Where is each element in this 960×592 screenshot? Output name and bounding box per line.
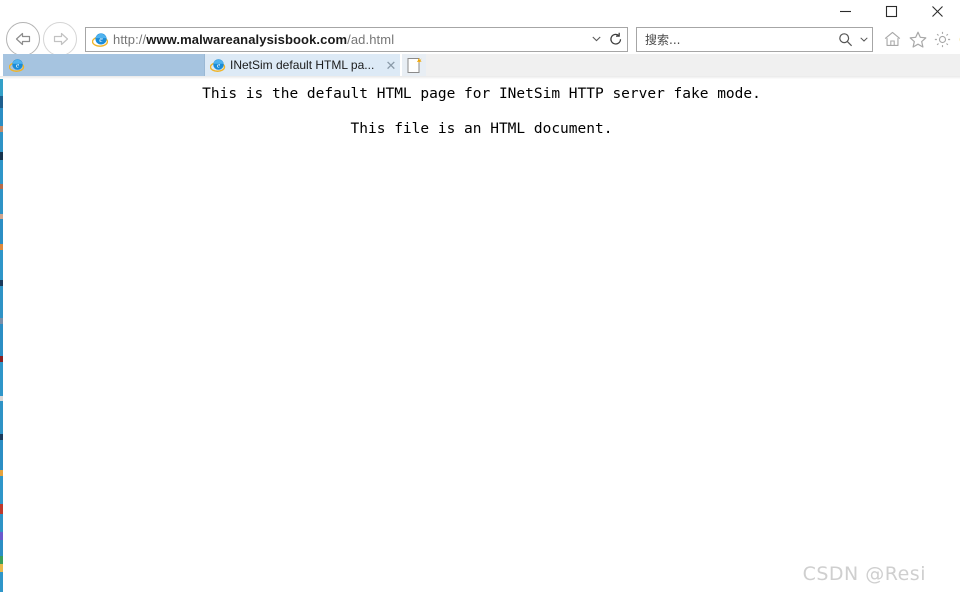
internet-explorer-icon: e: [209, 56, 227, 74]
address-bar-url: http://www.malwareanalysisbook.com/ad.ht…: [113, 32, 587, 47]
refresh-icon: [610, 32, 622, 45]
forward-arrow-icon: [53, 32, 68, 46]
url-scheme: http://: [113, 31, 147, 47]
navigation-toolbar: e http://www.malwareanalysisbook.com/ad.…: [0, 22, 960, 56]
close-button[interactable]: [914, 0, 960, 22]
watermark: CSDN @Resi: [802, 563, 926, 585]
home-icon[interactable]: [880, 26, 905, 52]
tab-strip-empty-area: [426, 54, 960, 76]
star-glyph: [909, 31, 926, 48]
internet-explorer-icon: e: [8, 56, 26, 74]
page-line-2: This file is an HTML document.: [350, 121, 613, 137]
minimize-button[interactable]: [822, 0, 868, 22]
maximize-button[interactable]: [868, 0, 914, 22]
chevron-down-icon: [860, 36, 868, 42]
address-bar[interactable]: e http://www.malwareanalysisbook.com/ad.…: [85, 26, 628, 52]
search-box[interactable]: 搜索...: [636, 26, 873, 52]
svg-text:e: e: [99, 35, 103, 44]
search-input[interactable]: 搜索...: [637, 31, 834, 48]
tab-close-icon[interactable]: ✕: [382, 55, 400, 75]
internet-explorer-icon: e: [90, 29, 110, 49]
feedback-smiley-icon[interactable]: [955, 26, 960, 52]
back-arrow-icon: [15, 32, 30, 46]
tab-strip: e e INetSim default HTML pa... ✕: [0, 54, 960, 79]
title-bar: [0, 0, 960, 22]
ie-logo-glyph: e: [91, 32, 108, 47]
search-icon[interactable]: [834, 28, 856, 51]
ie-logo-glyph: e: [9, 59, 25, 72]
new-tab-button[interactable]: [402, 54, 426, 76]
page-line-1: This is the default HTML page for INetSi…: [202, 86, 761, 102]
url-path: /ad.html: [347, 31, 395, 47]
tab-title: INetSim default HTML pa...: [230, 58, 375, 72]
magnifier-glyph: [838, 32, 852, 46]
refresh-button[interactable]: [605, 28, 627, 51]
browser-window: e http://www.malwareanalysisbook.com/ad.…: [0, 0, 960, 592]
minimize-icon: [839, 10, 851, 12]
home-glyph: [884, 31, 901, 47]
close-icon: [931, 5, 943, 17]
maximize-icon: [885, 5, 897, 17]
ie-logo-glyph: e: [210, 59, 226, 72]
tab-strip-band[interactable]: e: [3, 54, 204, 76]
new-tab-icon: [407, 57, 422, 73]
chevron-down-icon: [591, 36, 601, 42]
gear-glyph: [934, 31, 951, 47]
back-button[interactable]: [6, 22, 40, 56]
forward-button[interactable]: [43, 22, 77, 56]
url-host: www.malwareanalysisbook.com: [146, 31, 348, 47]
search-dropdown-button[interactable]: [856, 28, 872, 51]
page-content: This is the default HTML page for INetSi…: [3, 79, 960, 592]
tools-gear-icon[interactable]: [930, 26, 955, 52]
tab-inetsim-default-html-page[interactable]: e INetSim default HTML pa... ✕: [205, 54, 400, 76]
favorites-star-icon[interactable]: [905, 26, 930, 52]
address-bar-dropdown-button[interactable]: [587, 28, 605, 51]
window-controls: [822, 0, 960, 22]
command-bar: [880, 26, 960, 52]
